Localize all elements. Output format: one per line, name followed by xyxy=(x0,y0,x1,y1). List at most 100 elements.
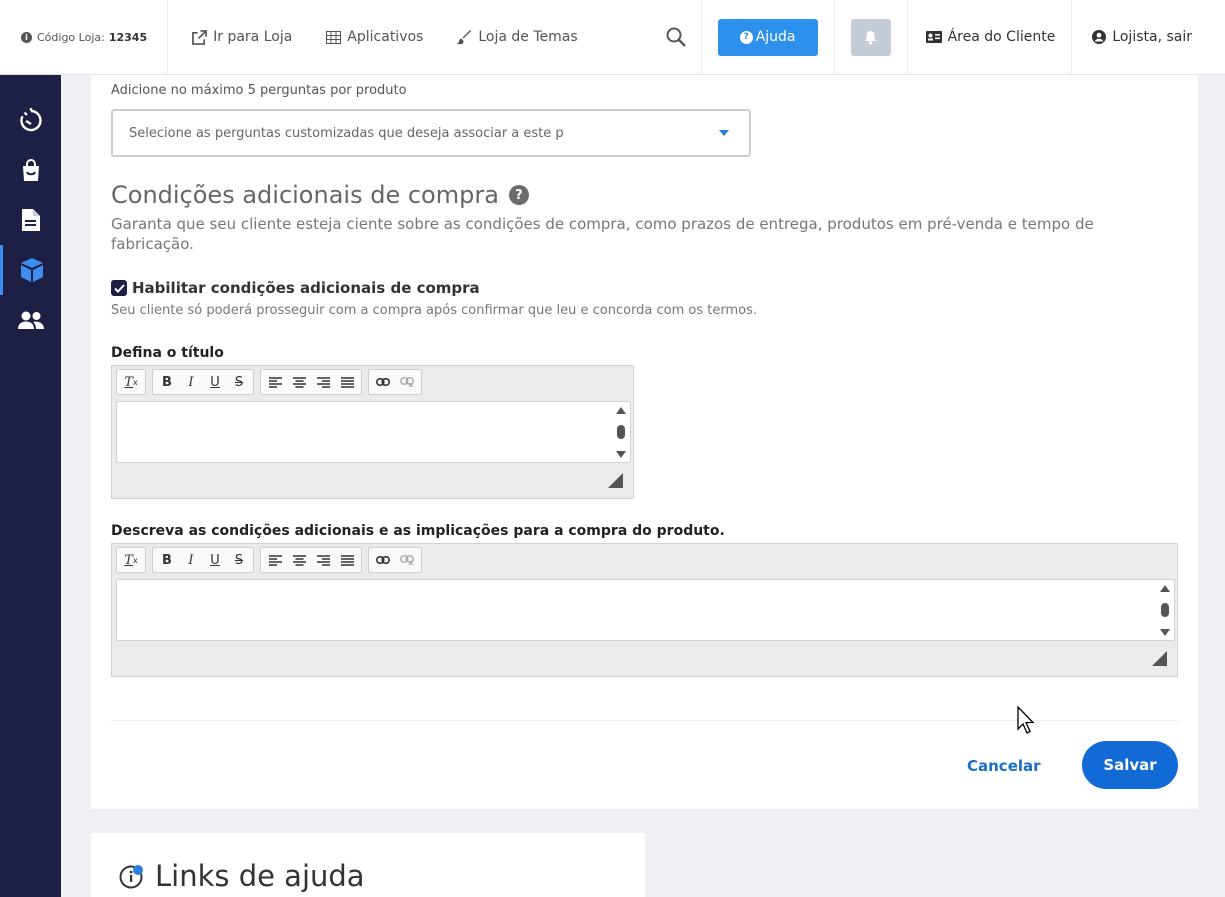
clear-format-button[interactable]: Tx xyxy=(119,549,143,571)
custom-questions-placeholder: Selecione as perguntas customizadas que … xyxy=(129,125,564,141)
help-links-card: Links de ajuda xyxy=(91,833,645,897)
align-left-button[interactable] xyxy=(263,549,287,571)
id-card-icon xyxy=(925,31,942,43)
section-title-text: Condições adicionais de compra xyxy=(111,181,499,209)
section-title: Condições adicionais de compra ? xyxy=(111,181,529,209)
underline-button[interactable]: U xyxy=(203,549,227,571)
help-segment: ? Ajuda xyxy=(702,0,835,74)
scroll-thumb xyxy=(1161,603,1169,617)
link-button[interactable] xyxy=(371,371,395,393)
store-code: i Código Loja: 12345 xyxy=(0,0,169,74)
title-editor-scrollbar[interactable] xyxy=(616,407,626,458)
sidebar-item-dashboard[interactable] xyxy=(0,95,61,145)
external-link-icon xyxy=(192,29,208,45)
link-group xyxy=(368,369,422,395)
sidebar-item-pages[interactable] xyxy=(0,195,61,245)
bold-button[interactable]: B xyxy=(155,371,179,393)
sidebar-item-orders[interactable] xyxy=(0,145,61,195)
grid-icon xyxy=(326,30,342,44)
align-left-button[interactable] xyxy=(263,371,287,393)
sidebar xyxy=(0,75,61,897)
enable-conditions-checkbox[interactable] xyxy=(111,280,127,296)
description-rich-editor: Tx B I U S xyxy=(111,543,1178,677)
justify-icon xyxy=(340,376,354,388)
align-left-icon xyxy=(268,554,282,566)
sidebar-item-customers[interactable] xyxy=(0,295,61,345)
store-code-value: 12345 xyxy=(108,30,148,44)
title-rich-editor: Tx B I U S xyxy=(111,365,634,499)
cancel-button[interactable]: Cancelar xyxy=(967,757,1041,775)
enable-conditions-label: Habilitar condições adicionais de compra xyxy=(132,279,480,297)
custom-questions-select[interactable]: Selecione as perguntas customizadas que … xyxy=(111,109,751,157)
align-right-icon xyxy=(316,554,330,566)
paintbrush-icon xyxy=(457,29,472,44)
title-editor-toolbar: Tx B I U S xyxy=(116,369,428,395)
description-editor-input[interactable] xyxy=(116,579,1175,641)
customers-icon xyxy=(17,311,44,329)
apps-link[interactable]: Aplicativos xyxy=(326,29,423,45)
scroll-down-icon xyxy=(616,451,626,458)
bold-button[interactable]: B xyxy=(155,549,179,571)
top-nav: Ir para Loja Aplicativos Loja de Temas xyxy=(168,0,612,74)
italic-button[interactable]: I xyxy=(179,549,203,571)
align-center-icon xyxy=(292,376,306,388)
scroll-thumb xyxy=(617,425,625,439)
top-bar: i Código Loja: 12345 Ir para Loja Aplica… xyxy=(0,0,1225,75)
go-to-store-link[interactable]: Ir para Loja xyxy=(192,29,292,45)
unlink-button[interactable] xyxy=(395,371,419,393)
theme-store-link[interactable]: Loja de Temas xyxy=(457,29,578,45)
section-description: Garanta que seu cliente esteja ciente so… xyxy=(111,215,1094,253)
align-right-button[interactable] xyxy=(311,371,335,393)
help-question-icon[interactable]: ? xyxy=(508,185,529,205)
description-editor-resize-handle[interactable] xyxy=(1152,651,1167,666)
title-editor-input[interactable] xyxy=(116,401,631,463)
justify-button[interactable] xyxy=(335,371,359,393)
scroll-down-icon xyxy=(1160,629,1170,636)
unlink-icon xyxy=(400,555,414,565)
document-icon xyxy=(21,209,40,231)
info-icon: i xyxy=(21,31,32,43)
store-code-label: Código Loja: xyxy=(37,30,105,44)
format-group: Tx xyxy=(116,369,146,395)
justify-button[interactable] xyxy=(335,549,359,571)
align-center-button[interactable] xyxy=(287,371,311,393)
align-center-button[interactable] xyxy=(287,549,311,571)
notifications-button[interactable] xyxy=(850,18,891,56)
search-button[interactable] xyxy=(666,0,702,74)
search-icon xyxy=(666,27,686,47)
style-group: B I U S xyxy=(152,547,254,573)
save-button[interactable]: Salvar xyxy=(1082,741,1178,789)
description-editor-scrollbar[interactable] xyxy=(1160,585,1170,636)
underline-button[interactable]: U xyxy=(203,371,227,393)
italic-button[interactable]: I xyxy=(179,371,203,393)
client-area-label: Área do Cliente xyxy=(947,29,1056,45)
check-icon xyxy=(113,283,125,293)
link-icon xyxy=(376,556,390,564)
scroll-up-icon xyxy=(616,407,626,414)
theme-store-label: Loja de Temas xyxy=(478,29,578,45)
link-button[interactable] xyxy=(371,549,395,571)
strikethrough-button[interactable]: S xyxy=(227,371,251,393)
help-button[interactable]: ? Ajuda xyxy=(717,18,818,56)
align-right-icon xyxy=(316,376,330,388)
go-to-store-label: Ir para Loja xyxy=(213,29,293,45)
bell-icon xyxy=(865,30,877,45)
unlink-icon xyxy=(400,377,414,387)
unlink-button[interactable] xyxy=(395,549,419,571)
questions-hint: Adicione no máximo 5 perguntas por produ… xyxy=(111,83,407,98)
title-editor-resize-handle[interactable] xyxy=(608,473,623,488)
format-group: Tx xyxy=(116,547,146,573)
shopping-bag-icon xyxy=(22,159,39,181)
client-area-link[interactable]: Área do Cliente xyxy=(908,0,1073,74)
enable-conditions-row: Habilitar condições adicionais de compra xyxy=(111,279,480,297)
align-group xyxy=(260,547,362,573)
help-label: Ajuda xyxy=(755,29,796,45)
description-editor-toolbar: Tx B I U S xyxy=(116,547,428,573)
strikethrough-button[interactable]: S xyxy=(227,549,251,571)
align-right-button[interactable] xyxy=(311,549,335,571)
sidebar-item-products[interactable] xyxy=(0,245,61,295)
clear-format-button[interactable]: Tx xyxy=(119,371,143,393)
title-field-label: Defina o título xyxy=(111,345,224,361)
logout-link[interactable]: Lojista, sair xyxy=(1072,0,1225,74)
apps-label: Aplicativos xyxy=(347,29,424,45)
